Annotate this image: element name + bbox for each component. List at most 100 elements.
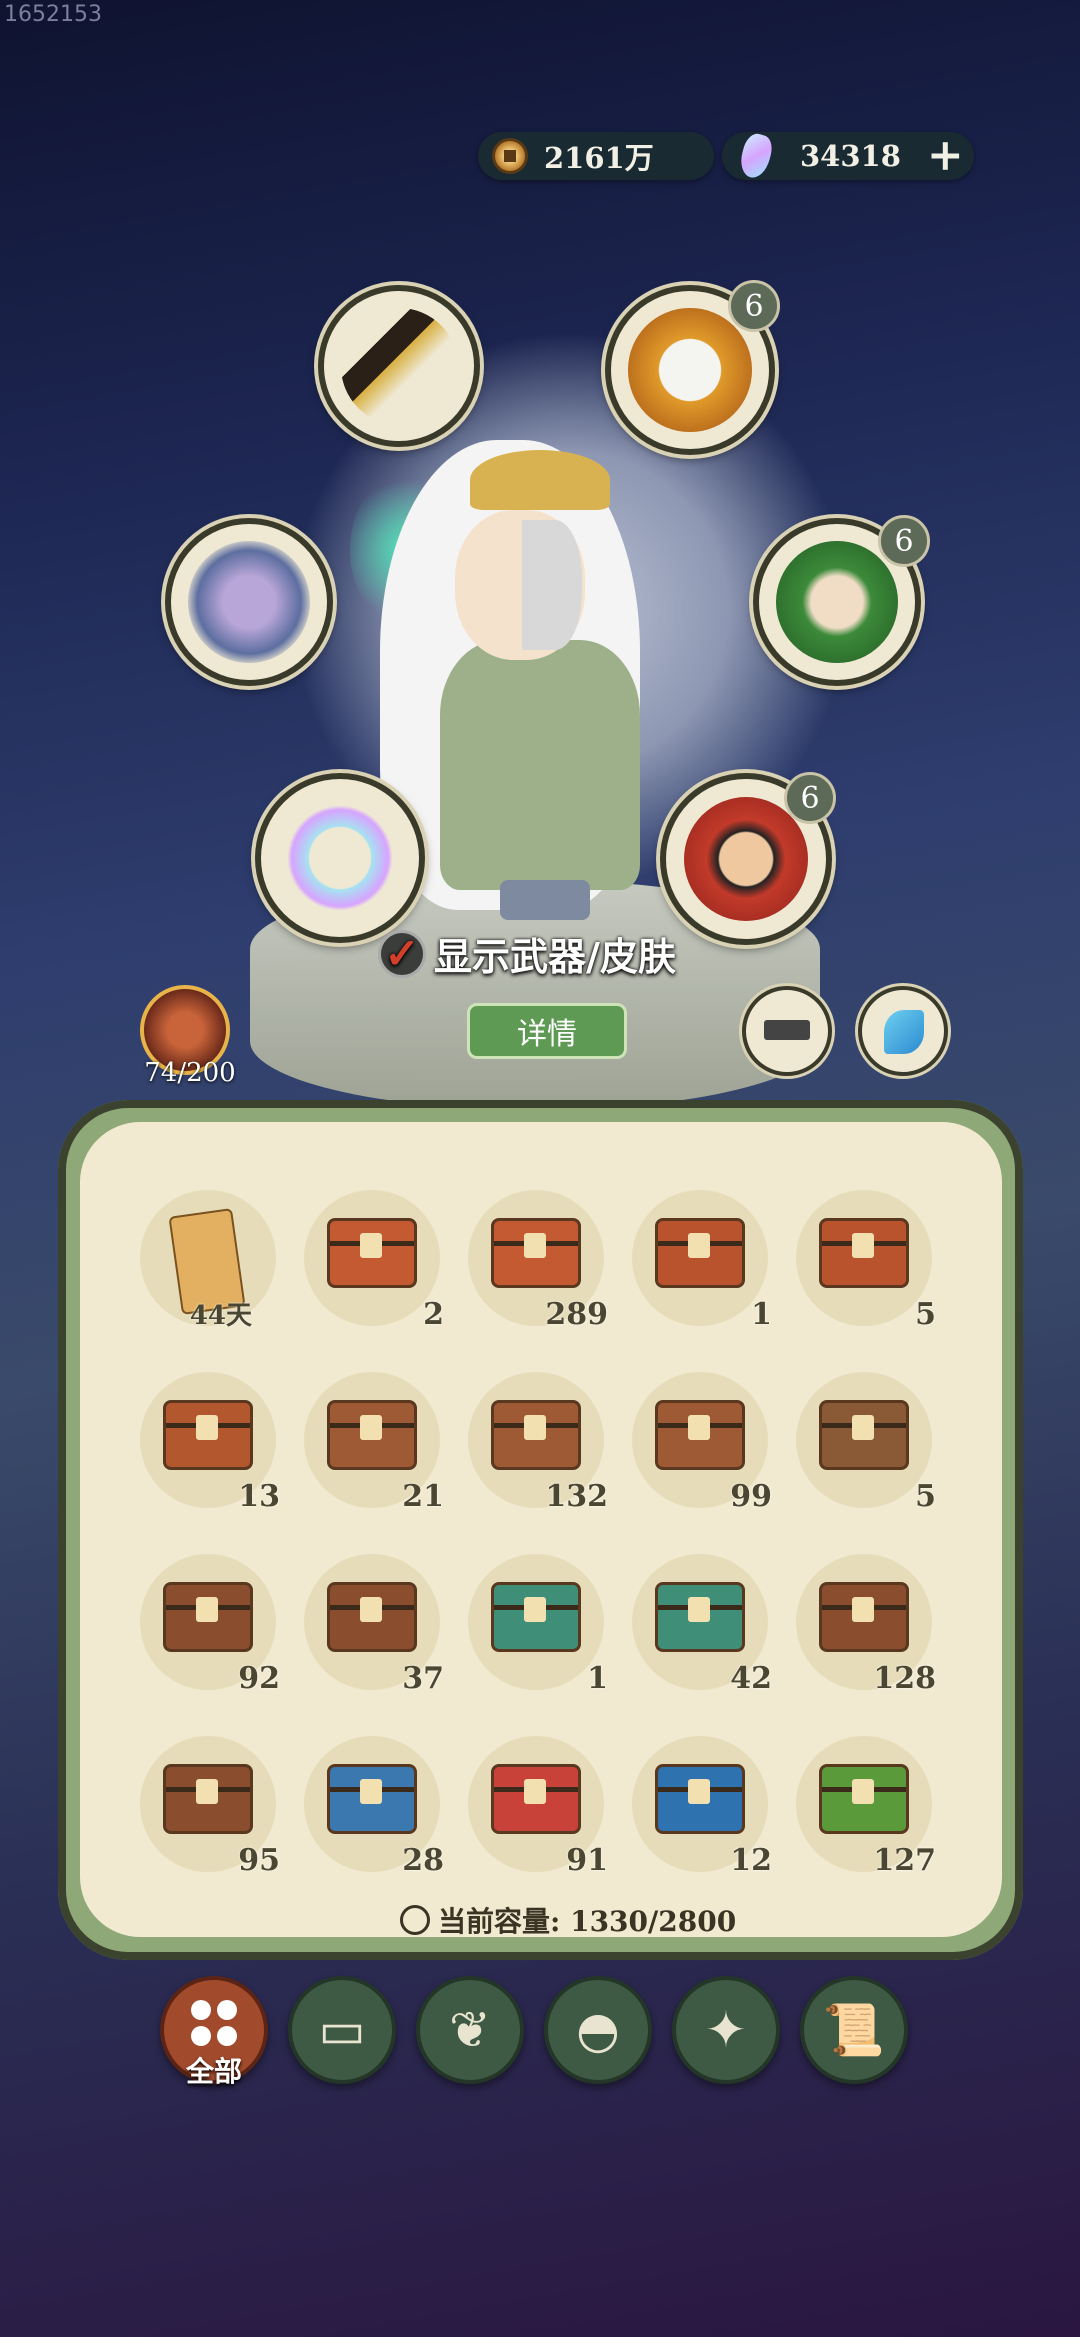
capacity-icon (400, 1905, 430, 1935)
capacity-label: 当前容量: 1330/2800 (438, 1905, 737, 1938)
item-count: 28 (402, 1843, 444, 1878)
chest-icon (327, 1218, 417, 1288)
chest-icon (163, 1764, 253, 1834)
chest-icon (655, 1218, 745, 1288)
inventory-item[interactable]: 2 (294, 1190, 458, 1332)
gem-icon (736, 131, 776, 181)
coin-counter[interactable]: 2161万 (478, 132, 714, 180)
inventory-item[interactable]: 132 (458, 1372, 622, 1514)
inventory-item[interactable]: 42 (622, 1554, 786, 1696)
item-count: 92 (238, 1661, 280, 1696)
tab-ore[interactable]: ✦ (672, 1976, 780, 2084)
tab-wood[interactable]: ▭ (288, 1976, 396, 2084)
inventory-item[interactable]: 21 (294, 1372, 458, 1514)
screen-id: 1652153 (4, 2, 102, 27)
chest-icon (491, 1764, 581, 1834)
chest-icon (491, 1400, 581, 1470)
inventory-item[interactable]: 127 (786, 1736, 950, 1878)
item-count: 95 (238, 1843, 280, 1878)
inventory-item[interactable]: 128 (786, 1554, 950, 1696)
item-count: 12 (730, 1843, 772, 1878)
chest-icon (819, 1582, 909, 1652)
log-icon: ▭ (318, 2001, 366, 2059)
chest-icon (491, 1582, 581, 1652)
item-count: 91 (566, 1843, 608, 1878)
accessory-slot-2[interactable] (858, 986, 948, 1076)
item-count: 128 (873, 1661, 936, 1696)
inventory-item[interactable]: 91 (458, 1736, 622, 1878)
item-count: 5 (915, 1297, 936, 1332)
inventory-item[interactable]: 289 (458, 1190, 622, 1332)
item-count: 37 (402, 1661, 444, 1696)
item-count: 13 (238, 1479, 280, 1514)
inventory-item[interactable]: 37 (294, 1554, 458, 1696)
item-count: 289 (545, 1297, 608, 1332)
inventory-item[interactable]: 1 (458, 1554, 622, 1696)
inventory-item[interactable]: 92 (130, 1554, 294, 1696)
inventory-item[interactable]: 5 (786, 1372, 950, 1514)
ring-slot[interactable] (255, 773, 425, 943)
coin-icon (492, 138, 528, 174)
item-count: 127 (873, 1843, 936, 1878)
item-count: 5 (915, 1479, 936, 1514)
inventory-item[interactable]: 12 (622, 1736, 786, 1878)
chest-icon (655, 1400, 745, 1470)
category-tabs: 全部 ▭ ❦ ◓ ✦ 📜 (160, 1976, 908, 2088)
chest-icon (655, 1582, 745, 1652)
grid-icon (191, 2000, 237, 2046)
chest-icon (327, 1400, 417, 1470)
chest-icon (655, 1764, 745, 1834)
inventory-item[interactable]: 28 (294, 1736, 458, 1878)
accessory-slot-1[interactable] (742, 986, 832, 1076)
inventory-item[interactable]: 44天 (130, 1190, 294, 1331)
scroll-icon: 📜 (822, 2000, 886, 2059)
tab-label: 全部 (185, 2055, 242, 2088)
inventory-grid: 44天 2 289 1 5 13 21 132 99 5 92 37 1 42 128 95 28 91 12 127 (130, 1190, 960, 1878)
hero-skull-mask (522, 520, 582, 650)
item-count: 42 (730, 1661, 772, 1696)
hero-robe (440, 640, 640, 890)
companion-1-level-badge: 6 (728, 280, 780, 332)
armor-slot[interactable] (165, 518, 333, 686)
leaf-icon: ❦ (449, 2001, 491, 2059)
chest-icon (163, 1400, 253, 1470)
capacity-info: 当前容量: 1330/2800 (400, 1900, 736, 1940)
inventory-item[interactable]: 1 (622, 1190, 786, 1332)
feather-icon (884, 1010, 924, 1054)
gem-value: 34318 (800, 139, 901, 173)
details-button[interactable]: 详情 (467, 1003, 627, 1059)
tab-herb[interactable]: ❦ (416, 1976, 524, 2084)
tab-all[interactable]: 全部 (160, 1976, 268, 2088)
add-gems-button[interactable]: + (927, 134, 964, 178)
inventory-item[interactable]: 99 (622, 1372, 786, 1514)
show-weapon-skin-toggle[interactable]: ✓ 显示武器/皮肤 (378, 926, 676, 981)
hero-boots (500, 880, 590, 920)
chest-icon (327, 1764, 417, 1834)
chest-icon (491, 1218, 581, 1288)
item-count: 99 (730, 1479, 772, 1514)
tab-scroll[interactable]: 📜 (800, 1976, 908, 2084)
armor-icon (188, 541, 310, 663)
checkmark-icon: ✓ (378, 929, 426, 978)
flower-companion-icon (776, 541, 898, 663)
item-count: 132 (545, 1479, 608, 1514)
dagger-icon (340, 307, 458, 425)
chest-icon (819, 1764, 909, 1834)
chest-icon (819, 1218, 909, 1288)
item-count: 44天 (189, 1301, 252, 1331)
ring-icon (278, 796, 402, 920)
gem-counter: 34318 + (722, 131, 974, 181)
chest-icon (163, 1582, 253, 1652)
toggle-label: 显示武器/皮肤 (434, 934, 676, 979)
weapon-slot[interactable] (318, 285, 480, 447)
inventory-item[interactable]: 95 (130, 1736, 294, 1878)
hero-hairpin (470, 450, 610, 510)
tab-food[interactable]: ◓ (544, 1976, 652, 2084)
inventory-item[interactable]: 5 (786, 1190, 950, 1332)
inventory-item[interactable]: 13 (130, 1372, 294, 1514)
companion-2-level-badge: 6 (878, 515, 930, 567)
chest-icon (819, 1400, 909, 1470)
item-count: 21 (402, 1479, 444, 1514)
ore-icon: ✦ (705, 2001, 747, 2059)
companion-3-level-badge: 6 (784, 772, 836, 824)
